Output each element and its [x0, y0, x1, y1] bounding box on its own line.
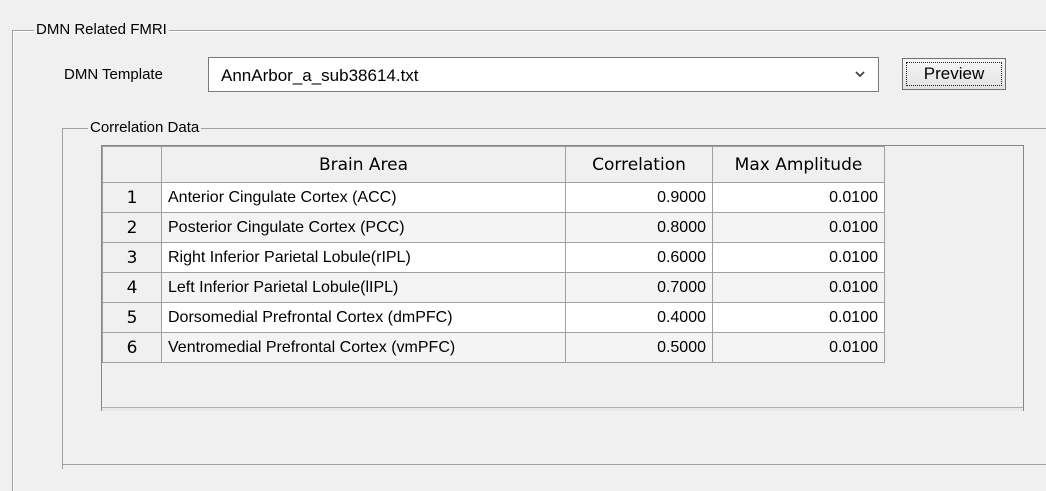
row-number[interactable]: 2 — [102, 212, 162, 243]
correlation-grid[interactable]: Brain Area Correlation Max Amplitude 1 A… — [101, 145, 1024, 411]
correlation-cell[interactable]: 0.9000 — [565, 182, 713, 213]
column-header-brain-area[interactable]: Brain Area — [161, 146, 566, 183]
correlation-cell[interactable]: 0.4000 — [565, 302, 713, 333]
table-row[interactable]: 4 Left Inferior Parietal Lobule(lIPL) 0.… — [102, 272, 885, 303]
max-amplitude-cell[interactable]: 0.0100 — [712, 242, 885, 273]
brain-area-cell[interactable]: Ventromedial Prefrontal Cortex (vmPFC) — [161, 332, 566, 363]
column-header-max-amplitude[interactable]: Max Amplitude — [712, 146, 885, 183]
max-amplitude-cell[interactable]: 0.0100 — [712, 182, 885, 213]
max-amplitude-cell[interactable]: 0.0100 — [712, 302, 885, 333]
row-number[interactable]: 4 — [102, 272, 162, 303]
dmn-fmri-groupbox-title: DMN Related FMRI — [34, 21, 169, 39]
max-amplitude-cell[interactable]: 0.0100 — [712, 212, 885, 243]
correlation-cell[interactable]: 0.5000 — [565, 332, 713, 363]
brain-area-cell[interactable]: Right Inferior Parietal Lobule(rIPL) — [161, 242, 566, 273]
brain-area-cell[interactable]: Left Inferior Parietal Lobule(lIPL) — [161, 272, 566, 303]
brain-area-cell[interactable]: Dorsomedial Prefrontal Cortex (dmPFC) — [161, 302, 566, 333]
column-header-rownum[interactable] — [102, 146, 162, 183]
brain-area-cell[interactable]: Anterior Cingulate Cortex (ACC) — [161, 182, 566, 213]
table-row[interactable]: 1 Anterior Cingulate Cortex (ACC) 0.9000… — [102, 182, 885, 213]
row-number[interactable]: 6 — [102, 332, 162, 363]
max-amplitude-cell[interactable]: 0.0100 — [712, 272, 885, 303]
table-row[interactable]: 5 Dorsomedial Prefrontal Cortex (dmPFC) … — [102, 302, 885, 333]
table-row[interactable]: 6 Ventromedial Prefrontal Cortex (vmPFC)… — [102, 332, 885, 363]
correlation-groupbox-title: Correlation Data — [88, 119, 202, 137]
correlation-cell[interactable]: 0.6000 — [565, 242, 713, 273]
table-row[interactable]: 2 Posterior Cingulate Cortex (PCC) 0.800… — [102, 212, 885, 243]
grid-bottom-edge — [102, 407, 1023, 411]
column-header-correlation[interactable]: Correlation — [565, 146, 713, 183]
correlation-cell[interactable]: 0.7000 — [565, 272, 713, 303]
max-amplitude-cell[interactable]: 0.0100 — [712, 332, 885, 363]
correlation-table: Brain Area Correlation Max Amplitude 1 A… — [102, 146, 885, 363]
dmn-template-select[interactable]: AnnArbor_a_sub38614.txt — [208, 57, 879, 92]
row-number[interactable]: 3 — [102, 242, 162, 273]
dmn-template-label: DMN Template — [64, 66, 163, 83]
table-header-row: Brain Area Correlation Max Amplitude — [102, 146, 885, 183]
correlation-groupbox-bottom-edge — [62, 464, 1046, 465]
correlation-cell[interactable]: 0.8000 — [565, 212, 713, 243]
brain-area-cell[interactable]: Posterior Cingulate Cortex (PCC) — [161, 212, 566, 243]
chevron-down-icon[interactable] — [852, 64, 868, 84]
preview-button-label: Preview — [906, 62, 1002, 86]
dmn-template-value: AnnArbor_a_sub38614.txt — [221, 66, 419, 85]
row-number[interactable]: 1 — [102, 182, 162, 213]
row-number[interactable]: 5 — [102, 302, 162, 333]
preview-button[interactable]: Preview — [902, 58, 1006, 90]
table-row[interactable]: 3 Right Inferior Parietal Lobule(rIPL) 0… — [102, 242, 885, 273]
